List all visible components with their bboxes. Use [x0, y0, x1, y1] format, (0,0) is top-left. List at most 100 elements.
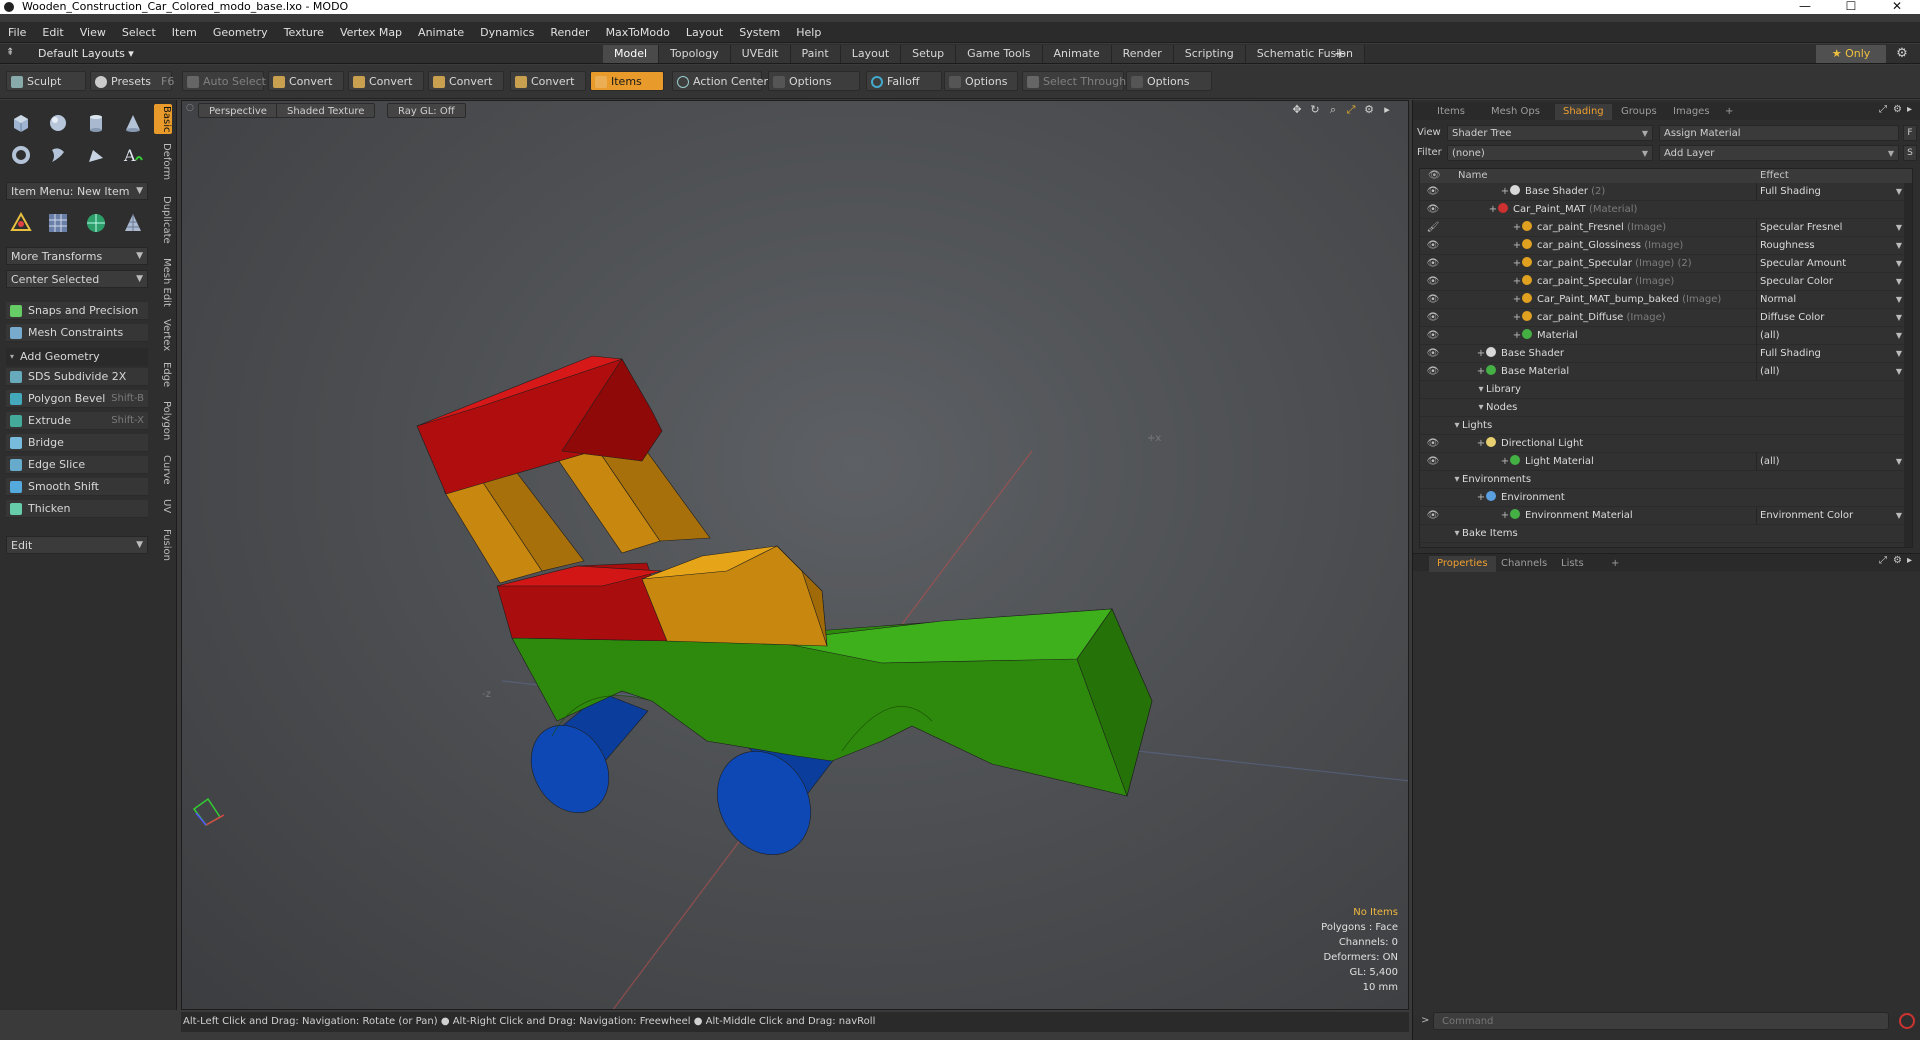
convert-button-1[interactable]: Convert — [268, 71, 344, 91]
expand-icon[interactable]: ▾ — [1452, 525, 1462, 543]
expand-panel-icon[interactable]: ⤢ — [1879, 104, 1887, 115]
expand-icon[interactable]: + — [1500, 507, 1510, 525]
add-layer-dropdown[interactable]: Add Layer ▼ — [1659, 145, 1899, 161]
menu-animate[interactable]: Animate — [410, 22, 472, 43]
shader-tree-row[interactable]: 👁 + Base Material (all) ▼ — [1420, 363, 1912, 381]
expand-icon[interactable]: ▾ — [1452, 417, 1462, 435]
menu-view[interactable]: View — [72, 22, 114, 43]
panel-arrow-icon[interactable]: ▸ — [1907, 104, 1912, 115]
view-dropdown[interactable]: Shader Tree ▼ — [1447, 125, 1653, 141]
props-gear-icon[interactable]: ⚙ — [1893, 555, 1902, 566]
options-button-3[interactable]: Options — [1126, 71, 1212, 91]
shader-tree-row[interactable]: ▾ Environments — [1420, 471, 1912, 489]
visibility-eye-icon[interactable]: 👁 — [1426, 453, 1440, 471]
menu-system[interactable]: System — [731, 22, 788, 43]
text-icon[interactable]: A — [118, 140, 148, 170]
close-button[interactable]: ✕ — [1874, 0, 1920, 14]
effect-dropdown[interactable]: Full Shading ▼ — [1756, 345, 1906, 363]
visibility-eye-icon[interactable]: 👁 — [1426, 507, 1440, 525]
presets-button[interactable]: Presets F6 — [90, 71, 174, 91]
shader-tree-row[interactable]: 👁 + car_paint_Specular (Image) Specular Col… — [1420, 273, 1912, 291]
edit-dropdown[interactable]: Edit ▼ — [6, 536, 148, 554]
menu-geometry[interactable]: Geometry — [205, 22, 276, 43]
menu-texture[interactable]: Texture — [276, 22, 332, 43]
shader-tree-row[interactable]: ▾ Lights — [1420, 417, 1912, 435]
maximize-button[interactable]: ☐ — [1828, 0, 1874, 14]
shaded-texture-button[interactable]: Shaded Texture — [276, 103, 376, 118]
vtab-basic[interactable]: Basic — [154, 104, 172, 134]
cylinder-icon[interactable] — [81, 108, 111, 138]
props-tab-channels[interactable]: Channels — [1493, 556, 1555, 572]
name-column-header[interactable]: Name — [1458, 169, 1488, 183]
effect-dropdown[interactable]: (all) ▼ — [1756, 453, 1906, 471]
shader-tree-row[interactable]: 👁 + Material (all) ▼ — [1420, 327, 1912, 345]
menu-edit[interactable]: Edit — [34, 22, 71, 43]
menu-render[interactable]: Render — [542, 22, 597, 43]
expand-icon[interactable]: ▾ — [1476, 399, 1486, 417]
snaps-precision-button[interactable]: Snaps and Precision — [6, 302, 148, 320]
tool-polygon-bevel[interactable]: Polygon Bevel Shift-B — [6, 390, 148, 408]
effect-dropdown[interactable]: Specular Color ▼ — [1756, 273, 1906, 291]
shader-tree-row[interactable]: 🖌 + car_paint_Fresnel (Image) Specular Fres… — [1420, 219, 1912, 237]
tree-scrollbar[interactable] — [1904, 183, 1912, 547]
3d-viewport[interactable]: +x -z ○ Perspective Shaded Texture Ray G… — [181, 100, 1409, 1010]
vtab-edge[interactable]: Edge — [154, 360, 172, 390]
visibility-eye-icon[interactable]: 👁 — [1426, 291, 1440, 309]
ray-gl-button[interactable]: Ray GL: Off — [387, 103, 466, 118]
expand-icon[interactable]: + — [1476, 345, 1486, 363]
options-button-2[interactable]: Options — [944, 71, 1018, 91]
options-button-1[interactable]: Options — [768, 71, 860, 91]
shader-tree[interactable]: 👁 Name Effect 👁 + Base Shader (2) Full Shad… — [1419, 168, 1913, 548]
visibility-eye-icon[interactable]: 👁 — [1426, 237, 1440, 255]
tool-sds-subdivide-2x[interactable]: SDS Subdivide 2X — [6, 368, 148, 386]
filter-dropdown[interactable]: (none) ▼ — [1447, 145, 1653, 161]
grid-icon[interactable] — [43, 208, 73, 238]
sphere-icon[interactable] — [43, 108, 73, 138]
auto-select-button[interactable]: Auto Select — [182, 71, 266, 91]
shader-tree-row[interactable]: 👁 + Environment Material Environment Color… — [1420, 507, 1912, 525]
tab-paint[interactable]: Paint — [790, 45, 841, 63]
visibility-eye-icon[interactable]: 👁 — [1426, 273, 1440, 291]
shader-tree-row[interactable]: ▾ Bake Items — [1420, 525, 1912, 543]
rear-wheel[interactable] — [516, 692, 649, 827]
visibility-eye-icon[interactable]: 👁 — [1426, 309, 1440, 327]
move-icon[interactable] — [6, 208, 36, 238]
scene-canvas[interactable]: +x -z — [182, 101, 1409, 1010]
expand-icon[interactable]: + — [1476, 363, 1486, 381]
minimize-button[interactable]: — — [1782, 0, 1828, 14]
pyramid-icon[interactable] — [118, 208, 148, 238]
globe-icon[interactable] — [81, 208, 111, 238]
layout-pin-icon[interactable]: ⇞ — [6, 47, 14, 58]
expand-arrow-icon[interactable]: ▸ — [1380, 103, 1394, 117]
panel-tab--[interactable]: + — [1717, 104, 1741, 120]
command-input[interactable] — [1433, 1012, 1889, 1030]
add-geometry-section[interactable]: ▾ Add Geometry — [6, 348, 148, 366]
effect-dropdown[interactable]: (all) ▼ — [1756, 327, 1906, 345]
shader-tree-row[interactable]: ▾ Library — [1420, 381, 1912, 399]
expand-icon[interactable]: ▾ — [1476, 381, 1486, 399]
visibility-eye-icon[interactable]: 👁 — [1426, 435, 1440, 453]
item-menu-dropdown[interactable]: Item Menu: New Item ▼ — [6, 182, 148, 200]
visibility-eye-icon[interactable]: 👁 — [1426, 327, 1440, 345]
expand-icon[interactable]: ▾ — [1452, 471, 1462, 489]
orange-seat-block[interactable] — [641, 545, 828, 647]
props-tab-properties[interactable]: Properties — [1429, 556, 1496, 572]
expand-icon[interactable]: + — [1512, 237, 1522, 255]
vtab-mesh-edit[interactable]: Mesh Edit — [154, 254, 172, 310]
rotate-icon[interactable]: ↻ — [1308, 103, 1322, 117]
perspective-button[interactable]: Perspective — [198, 103, 278, 118]
effect-dropdown[interactable]: Specular Amount ▼ — [1756, 255, 1906, 273]
viewport-menu-icon[interactable]: ○ — [186, 103, 194, 113]
f-button[interactable]: F — [1903, 125, 1917, 141]
tab-scripting[interactable]: Scripting — [1173, 45, 1246, 63]
select-through-button[interactable]: Select Through — [1022, 71, 1126, 91]
cube-icon[interactable] — [6, 108, 36, 138]
zoom-icon[interactable]: ⌕ — [1326, 103, 1340, 117]
panel-tab-items[interactable]: Items — [1429, 104, 1473, 120]
convert-button-4[interactable]: Convert — [510, 71, 586, 91]
viewport-settings-icon[interactable]: ⚙ — [1362, 103, 1376, 117]
shader-tree-row[interactable]: 👁 + Car_Paint_MAT (Material) — [1420, 201, 1912, 219]
props-arrow-icon[interactable]: ▸ — [1907, 555, 1912, 566]
car-model[interactable] — [416, 355, 1153, 872]
expand-icon[interactable]: + — [1488, 201, 1498, 219]
